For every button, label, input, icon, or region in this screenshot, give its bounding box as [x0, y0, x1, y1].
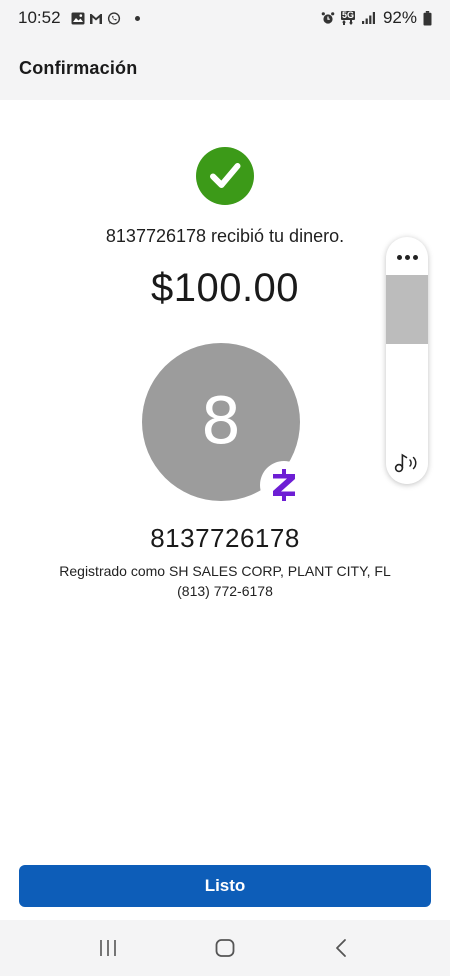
status-bar: 10:52 5G 92%: [0, 0, 450, 36]
system-nav-bar: [0, 920, 450, 976]
confirmation-screen: 10:52 5G 92% Confirmación 8137726178 rec…: [0, 0, 450, 976]
more-dot: [404, 254, 410, 260]
whatsapp-icon: [107, 11, 120, 25]
network-type: 5G: [340, 10, 355, 20]
notification-dot: [134, 15, 140, 21]
recent-apps-icon: [100, 940, 117, 956]
home-icon: [215, 939, 235, 957]
gmail-icon: [89, 13, 102, 24]
volume-menu-button[interactable]: [386, 237, 428, 277]
more-dot: [412, 254, 418, 260]
avatar-initial: 8: [200, 385, 242, 459]
status-right: 5G 92%: [321, 8, 432, 28]
registered-as: Registrado como SH SALES CORP, PLANT CIT…: [59, 563, 391, 579]
network-indicator: 5G: [340, 10, 355, 25]
battery-percent: 92%: [382, 8, 417, 27]
recipient-name: 8137726178: [150, 523, 300, 553]
more-dot: [396, 254, 402, 260]
zelle-badge: [260, 461, 308, 509]
check-icon: [210, 163, 241, 188]
signal-icon: [361, 12, 375, 24]
recipient-phone: (813) 772-6178: [177, 583, 273, 599]
alarm-icon: [321, 12, 335, 24]
volume-slider-fill: [386, 275, 428, 344]
status-time: 10:52: [18, 8, 61, 27]
page-title: Confirmación: [19, 57, 138, 78]
zelle-logo-icon: [273, 469, 295, 501]
transfer-amount: $100.00: [150, 266, 300, 310]
music-note-icon: [394, 453, 417, 473]
back-icon: [335, 939, 346, 957]
back-button[interactable]: [322, 928, 362, 968]
app-header: Confirmación: [0, 36, 450, 100]
volume-sound-button[interactable]: [392, 448, 422, 478]
recent-apps-button[interactable]: [88, 928, 128, 968]
notification-icons: [71, 11, 121, 25]
volume-panel[interactable]: [386, 237, 428, 484]
done-button[interactable]: Listo: [19, 865, 431, 907]
success-check: [196, 147, 254, 205]
battery-icon: [423, 10, 432, 25]
home-button[interactable]: [205, 928, 245, 968]
received-message: 8137726178 recibió tu dinero.: [105, 226, 345, 246]
gallery-icon: [71, 12, 85, 24]
status-left: 10:52: [18, 8, 140, 28]
data-arrows-icon: [341, 20, 353, 25]
